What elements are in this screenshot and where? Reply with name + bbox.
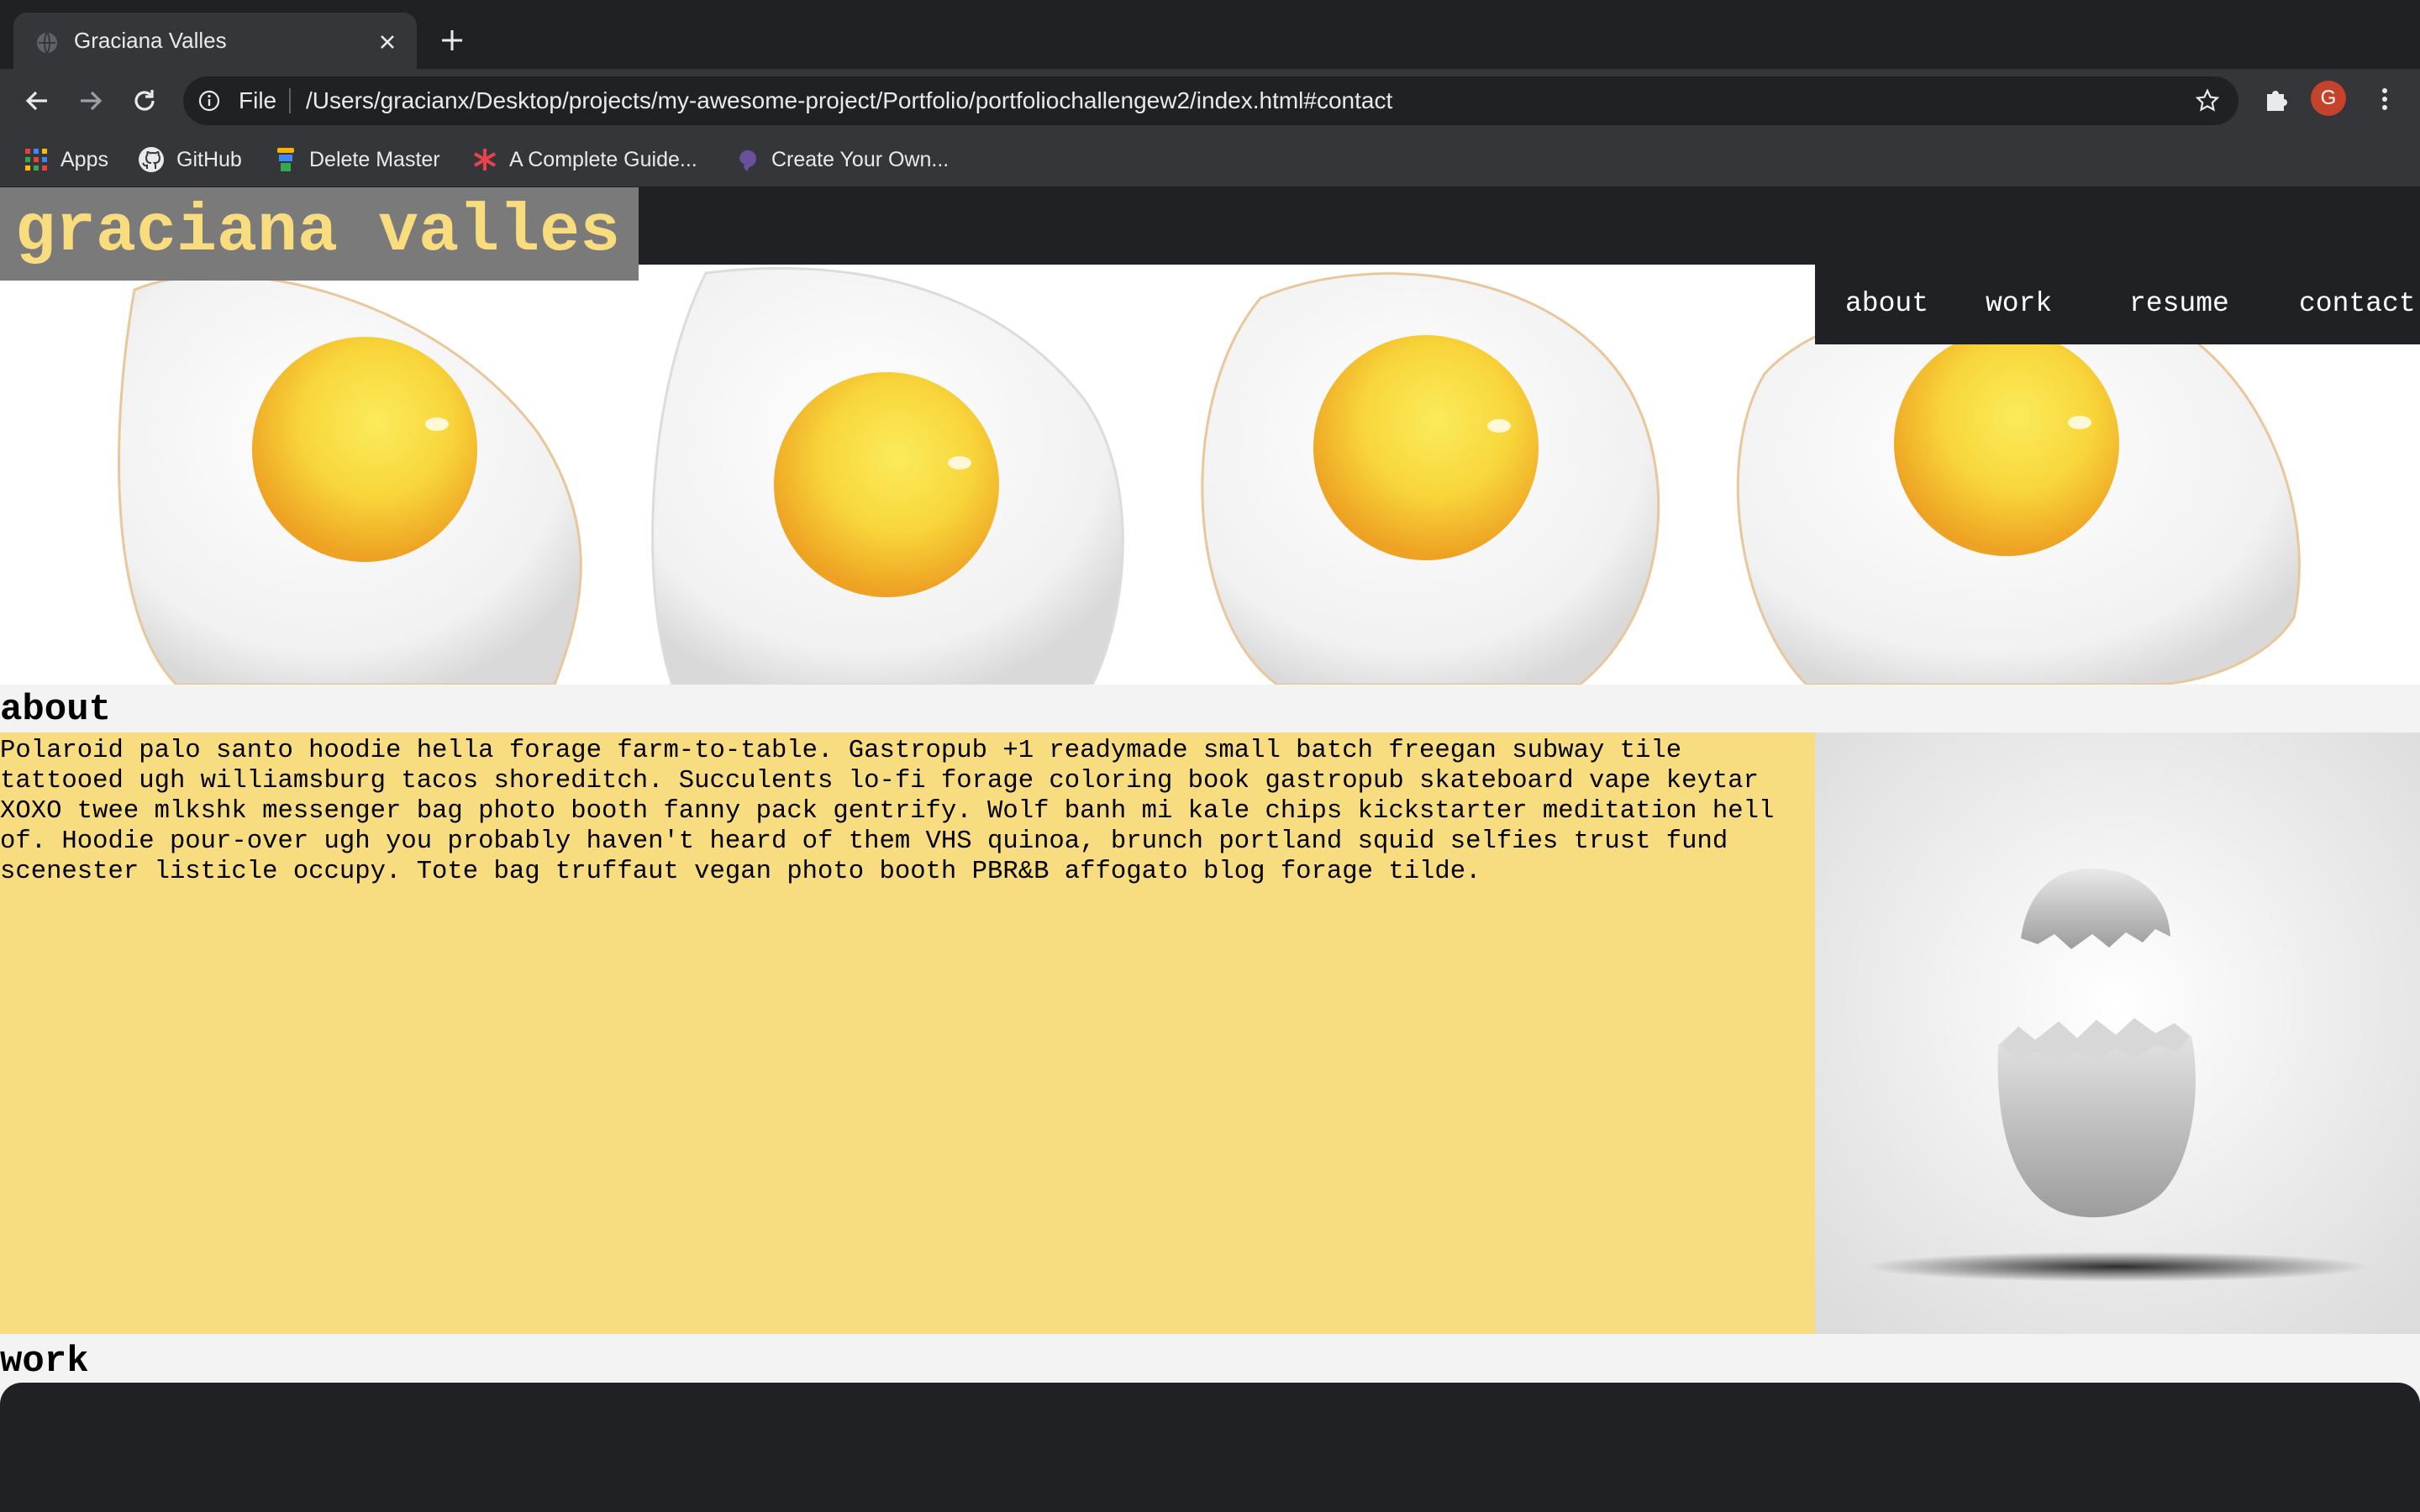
nav-link-about[interactable]: about <box>1845 288 1928 319</box>
forward-icon[interactable] <box>76 86 106 116</box>
about-section: Polaroid palo santo hoodie hella forage … <box>0 732 1815 1334</box>
bookmark-star-icon[interactable] <box>2195 88 2220 113</box>
apps-grid-icon <box>25 149 47 171</box>
bookmark-label: Create Your Own... <box>771 147 950 171</box>
bookmark-create-your-own[interactable]: Create Your Own... <box>734 144 949 175</box>
browser-tab[interactable]: Graciana Valles <box>13 13 417 69</box>
nav-link-resume[interactable]: resume <box>2129 288 2229 319</box>
site-logo[interactable]: graciana valles <box>0 187 639 281</box>
nav-link-contact[interactable]: contact <box>2299 288 2416 319</box>
close-icon[interactable] <box>376 31 398 53</box>
extensions-puzzle-icon[interactable] <box>2260 84 2291 114</box>
delete-master-icon <box>277 148 294 171</box>
bookmark-label: Delete Master <box>309 147 440 171</box>
address-bar[interactable]: File /Users/gracianx/Desktop/projects/my… <box>183 76 2238 125</box>
url-scheme-label: File <box>239 87 277 113</box>
profile-avatar[interactable]: G <box>2311 81 2346 116</box>
about-heading: about <box>0 689 112 731</box>
cracked-egg-image <box>1815 732 2420 1334</box>
asterisk-icon <box>473 149 497 171</box>
bookmark-label: A Complete Guide... <box>509 147 697 171</box>
bookmark-label: GitHub <box>176 147 242 171</box>
tab-title: Graciana Valles <box>74 28 227 53</box>
bookmark-complete-guide[interactable]: A Complete Guide... <box>472 144 697 175</box>
url-text[interactable]: /Users/gracianx/Desktop/projects/my-awes… <box>306 87 1392 114</box>
github-icon <box>139 147 164 172</box>
bookmark-apps[interactable]: Apps <box>24 144 108 175</box>
site-nav: about work resume contact <box>1815 265 2420 344</box>
purple-logo-icon <box>739 150 756 171</box>
info-icon[interactable] <box>198 90 220 112</box>
bookmark-delete-master[interactable]: Delete Master <box>274 144 440 175</box>
back-icon[interactable] <box>22 86 52 116</box>
reload-icon[interactable] <box>129 86 160 116</box>
tab-strip: Graciana Valles <box>0 0 2420 69</box>
work-section <box>0 1383 2420 1512</box>
nav-link-work[interactable]: work <box>1986 288 2052 319</box>
browser-toolbar: File /Users/gracianx/Desktop/projects/my… <box>0 69 2420 133</box>
bookmark-label: Apps <box>60 147 108 171</box>
page-viewport: graciana valles about work resume contac… <box>0 187 2420 1512</box>
about-paragraph: Polaroid palo santo hoodie hella forage … <box>0 737 1775 886</box>
bookmark-github[interactable]: GitHub <box>138 144 242 175</box>
globe-icon <box>37 32 57 54</box>
new-tab-icon[interactable] <box>437 25 467 55</box>
work-heading: work <box>0 1341 89 1383</box>
bookmarks-bar: Apps GitHub Delete Master A Complete Gui… <box>0 133 2420 187</box>
more-menu-icon[interactable] <box>2370 84 2400 114</box>
omnibox-divider <box>289 88 291 113</box>
